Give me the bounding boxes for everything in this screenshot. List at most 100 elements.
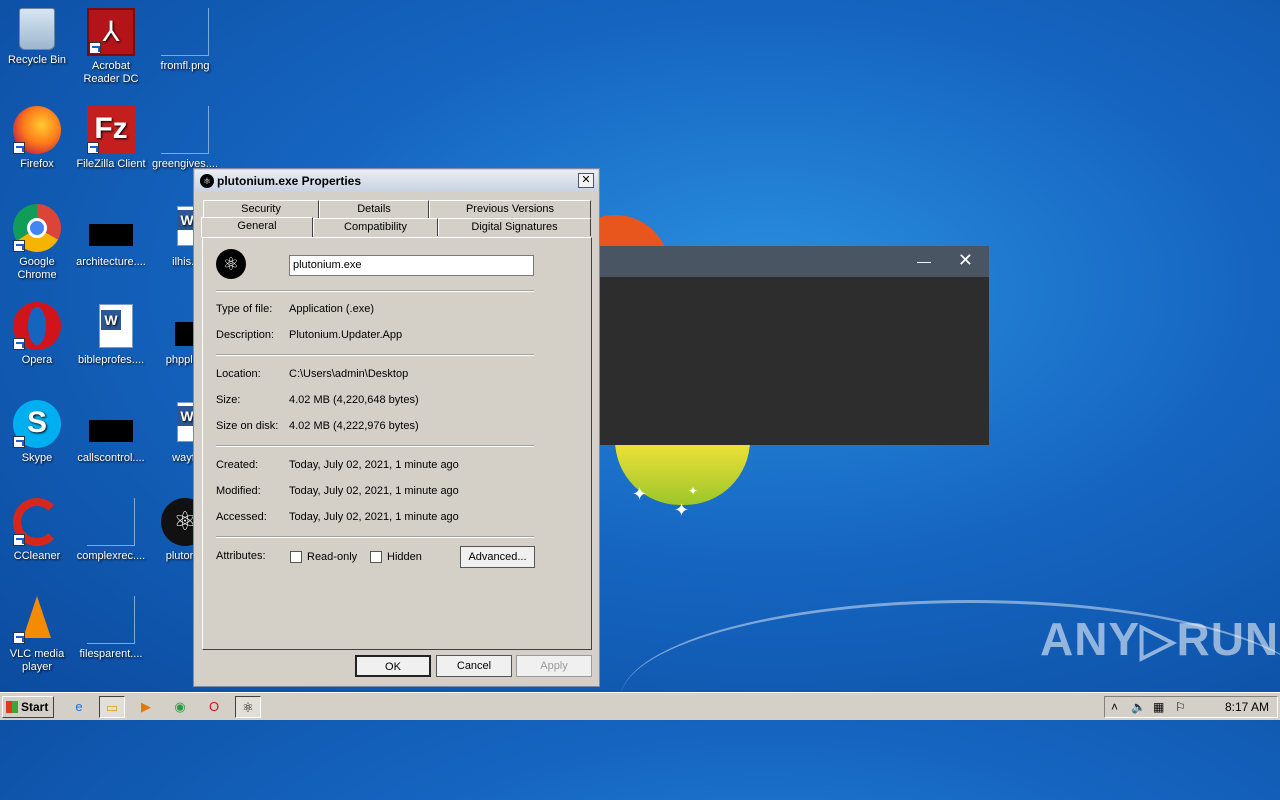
desktop-icon-recycle-bin[interactable]: Recycle Bin xyxy=(0,8,74,67)
atom-icon[interactable]: ⚛ xyxy=(235,696,261,718)
icon-label: Google Chrome xyxy=(17,256,57,281)
shortcut-icon xyxy=(13,534,25,546)
tab-security[interactable]: Security xyxy=(203,200,319,218)
tab-details[interactable]: Details xyxy=(319,200,429,218)
start-button[interactable]: Start xyxy=(2,696,54,718)
system-tray: ˄ 🔈 ▦ ⚐ 8:17 AM xyxy=(1104,696,1278,718)
properties-dialog[interactable]: ⚛ plutonium.exe Properties ✕ Security De… xyxy=(193,168,600,687)
shortcut-icon xyxy=(13,338,25,350)
hidden-checkbox[interactable] xyxy=(370,551,382,563)
dialog-title: plutonium.exe Properties xyxy=(217,174,362,188)
modified-value: Today, July 02, 2021, 1 minute ago xyxy=(289,485,459,497)
close-button[interactable]: ✕ xyxy=(578,173,594,188)
shortcut-icon xyxy=(13,632,25,644)
dark-window-titlebar[interactable]: — ✕ xyxy=(600,246,989,277)
desktop-icon-acrobat[interactable]: ⅄ Acrobat Reader DC xyxy=(74,8,148,86)
desktop-icon-vlc[interactable]: VLC media player xyxy=(0,596,74,674)
desktop-icon-ccleaner[interactable]: CCleaner xyxy=(0,498,74,563)
divider xyxy=(216,536,534,538)
icon-label: callscontrol.... xyxy=(77,452,145,464)
desktop-icon-skype[interactable]: S Skype xyxy=(0,400,74,465)
file-icon xyxy=(87,204,135,252)
show-hidden-icons-icon[interactable]: ˄ xyxy=(1111,700,1118,714)
tab-previous-versions[interactable]: Previous Versions xyxy=(429,200,591,218)
advanced-button[interactable]: Advanced... xyxy=(460,546,535,568)
desktop-icon-filezilla[interactable]: Fz FileZilla Client xyxy=(74,106,148,171)
chrome-icon[interactable]: ◉ xyxy=(167,696,193,718)
start-label: Start xyxy=(21,700,49,714)
close-button[interactable]: ✕ xyxy=(958,250,973,271)
action-center-flag-icon[interactable]: ⚐ xyxy=(1175,700,1186,714)
shortcut-icon xyxy=(13,436,25,448)
desktop-icon-fromfl[interactable]: fromfl.png xyxy=(148,8,222,73)
dark-app-window[interactable]: — ✕ xyxy=(600,246,989,445)
desktop-icon-bibleprofes[interactable]: W bibleprofes.... xyxy=(74,302,148,367)
shortcut-icon xyxy=(89,42,101,54)
file-icon xyxy=(161,106,209,154)
modified-label: Modified: xyxy=(216,485,261,497)
readonly-checkbox[interactable] xyxy=(290,551,302,563)
desktop-icon-firefox[interactable]: Firefox xyxy=(0,106,74,171)
icon-label: Skype xyxy=(21,452,53,464)
type-value: Application (.exe) xyxy=(289,303,374,315)
size-on-disk-label: Size on disk: xyxy=(216,420,279,432)
skype-icon: S xyxy=(13,400,61,448)
apply-button[interactable]: Apply xyxy=(516,655,592,677)
tab-general[interactable]: General xyxy=(201,217,313,237)
hidden-label[interactable]: Hidden xyxy=(387,551,422,563)
divider xyxy=(216,290,534,292)
minimize-button[interactable]: — xyxy=(917,253,931,269)
file-icon xyxy=(87,498,135,546)
ok-button[interactable]: OK xyxy=(355,655,431,677)
accessed-label: Accessed: xyxy=(216,511,267,523)
desktop-icon-complexrec[interactable]: complexrec.... xyxy=(74,498,148,563)
filename-input[interactable]: plutonium.exe xyxy=(289,255,534,276)
tab-compatibility[interactable]: Compatibility xyxy=(313,218,438,236)
divider xyxy=(216,445,534,447)
cancel-button[interactable]: Cancel xyxy=(436,655,512,677)
icon-label: Recycle Bin xyxy=(7,54,67,66)
attributes-label: Attributes: xyxy=(216,550,266,562)
dialog-titlebar[interactable]: ⚛ plutonium.exe Properties ✕ xyxy=(195,170,598,192)
desktop-icon-architecture[interactable]: architecture.... xyxy=(74,204,148,269)
ie-icon[interactable]: e xyxy=(66,696,92,718)
desktop-icon-greengives[interactable]: greengives.... xyxy=(148,106,222,171)
watermark: ANY▷RUN xyxy=(1040,613,1280,665)
icon-label: bibleprofes.... xyxy=(77,354,145,366)
desktop-icon-chrome[interactable]: Google Chrome xyxy=(0,204,74,282)
sparkle: ✦ xyxy=(632,484,648,504)
explorer-icon[interactable]: ▭ xyxy=(99,696,125,718)
icon-label: Firefox xyxy=(20,158,54,170)
acrobat-icon: ⅄ xyxy=(87,8,135,56)
desktop-icon-opera[interactable]: Opera xyxy=(0,302,74,367)
volume-icon[interactable]: 🔈 xyxy=(1131,700,1146,714)
sparkle: ✦ xyxy=(688,484,699,498)
tab-digital-signatures[interactable]: Digital Signatures xyxy=(438,218,591,236)
icon-label: VLC media player xyxy=(9,648,65,673)
icon-label: complexrec.... xyxy=(76,550,146,562)
icon-label: Acrobat Reader DC xyxy=(83,60,139,85)
size-value: 4.02 MB (4,220,648 bytes) xyxy=(289,394,419,406)
atom-icon: ⚛ xyxy=(216,249,246,279)
shortcut-icon xyxy=(87,142,99,154)
description-value: Plutonium.Updater.App xyxy=(289,329,403,341)
accessed-value: Today, July 02, 2021, 1 minute ago xyxy=(289,511,459,523)
word-document-icon: W xyxy=(87,302,135,350)
ccleaner-icon xyxy=(13,498,61,546)
icon-label: fromfl.png xyxy=(160,60,210,72)
clock[interactable]: 8:17 AM xyxy=(1225,700,1269,714)
network-icon[interactable]: ▦ xyxy=(1153,700,1164,714)
readonly-label[interactable]: Read-only xyxy=(307,551,357,563)
filezilla-icon: Fz xyxy=(87,106,135,154)
icon-label: FileZilla Client xyxy=(76,158,146,170)
size-on-disk-value: 4.02 MB (4,222,976 bytes) xyxy=(289,420,419,432)
opera-icon[interactable]: O xyxy=(201,696,227,718)
atom-icon: ⚛ xyxy=(200,174,214,188)
desktop-icon-filesparent[interactable]: filesparent.... xyxy=(74,596,148,661)
firefox-icon xyxy=(13,106,61,154)
description-label: Description: xyxy=(216,329,275,341)
media-player-icon[interactable]: ▶ xyxy=(133,696,159,718)
icon-label: filesparent.... xyxy=(79,648,143,660)
file-icon xyxy=(87,596,135,644)
desktop-icon-callscontrol[interactable]: callscontrol.... xyxy=(74,400,148,465)
